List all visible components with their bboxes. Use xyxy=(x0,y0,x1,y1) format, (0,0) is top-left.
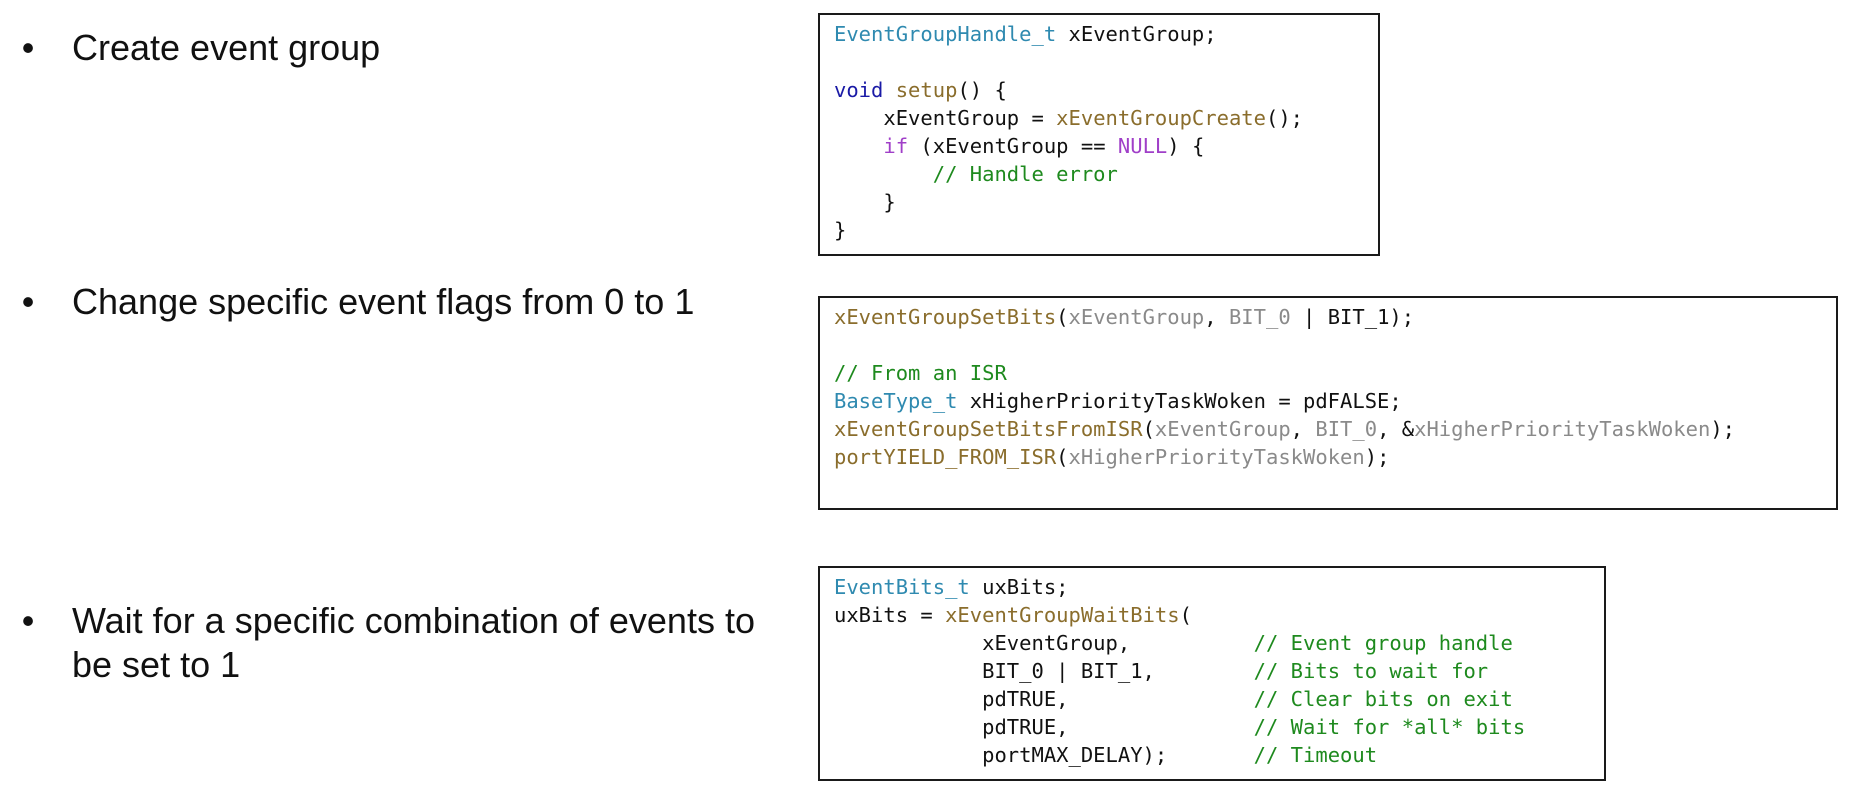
code-parameter-token: xHigherPriorityTaskWoken xyxy=(1414,417,1711,441)
code-function-token: portYIELD_FROM_ISR xyxy=(834,445,1057,469)
code-text-token: uxBits = xyxy=(834,603,946,627)
code-line: xEventGroup = xEventGroupCreate(); xyxy=(834,104,1378,132)
code-line: pdTRUE, // Wait for *all* bits xyxy=(834,713,1604,741)
code-parameter-token: BIT_0 xyxy=(1228,305,1291,329)
code-function-token: xEventGroupSetBitsFromISR xyxy=(834,417,1143,441)
code-text-token: ); xyxy=(1710,417,1736,441)
code-type-token: BaseType_t xyxy=(834,389,958,413)
code-text-token: (); xyxy=(1266,106,1304,130)
bullet-line: be set to 1 xyxy=(72,644,241,685)
code-text-token: uxBits; xyxy=(969,575,1069,599)
code-block-set-bits: xEventGroupSetBits(xEventGroup, BIT_0 | … xyxy=(818,296,1838,510)
bullet-line: Wait for a specific combination of event… xyxy=(72,600,755,641)
code-line: portYIELD_FROM_ISR(xHigherPriorityTaskWo… xyxy=(834,443,1836,471)
code-text-token: xEventGroup; xyxy=(1056,22,1217,46)
bullet-text-wait: Wait for a specific combination of event… xyxy=(72,599,755,687)
code-text-token: , xyxy=(1204,305,1229,329)
code-text-token: } xyxy=(834,218,847,242)
code-text-token: pdTRUE, xyxy=(834,687,1254,711)
code-comment-token: // Bits to wait for xyxy=(1253,659,1489,683)
code-line: // From an ISR xyxy=(834,359,1836,387)
code-keyword-token: NULL xyxy=(1117,134,1168,158)
code-text-token: () { xyxy=(957,78,1007,102)
code-line: pdTRUE, // Clear bits on exit xyxy=(834,685,1604,713)
code-line: BIT_0 | BIT_1, // Bits to wait for xyxy=(834,657,1604,685)
code-text-token: ( xyxy=(1056,445,1069,469)
code-function-token: xEventGroupCreate xyxy=(1056,106,1266,130)
code-text-token: , & xyxy=(1377,417,1415,441)
code-line: EventGroupHandle_t xEventGroup; xyxy=(834,20,1378,48)
bullet-text-set: Change specific event flags from 0 to 1 xyxy=(72,280,694,324)
code-text-token: ( xyxy=(1056,305,1069,329)
code-text-token: ); xyxy=(1364,445,1390,469)
code-text-token: ( xyxy=(1142,417,1155,441)
code-comment-token: // Wait for *all* bits xyxy=(1253,715,1526,739)
code-text-token: ( xyxy=(1179,603,1192,627)
code-keyword-token: if xyxy=(883,134,909,158)
code-comment-token: // Timeout xyxy=(1253,743,1378,767)
code-text-token: BIT_0 | BIT_1, xyxy=(834,659,1254,683)
bullet-dot: • xyxy=(21,600,35,641)
code-comment-token: // Event group handle xyxy=(1253,631,1513,655)
code-text-token: pdTRUE, xyxy=(834,715,1254,739)
code-line: } xyxy=(834,216,1378,244)
code-line: BaseType_t xHigherPriorityTaskWoken = pd… xyxy=(834,387,1836,415)
code-block-wait-bits: EventBits_t uxBits; uxBits = xEventGroupW… xyxy=(818,566,1606,781)
code-text-token: xHigherPriorityTaskWoken = pdFALSE; xyxy=(957,389,1402,413)
code-type-token: EventGroupHandle_t xyxy=(834,22,1057,46)
bullet-line: Change specific event flags from 0 to 1 xyxy=(72,281,695,322)
bullet-dot: • xyxy=(21,27,35,68)
code-function-token: xEventGroupSetBits xyxy=(834,305,1057,329)
code-parameter-token: xEventGroup xyxy=(1068,305,1205,329)
code-comment-token: // From an ISR xyxy=(834,361,1007,385)
code-line: xEventGroup, // Event group handle xyxy=(834,629,1604,657)
code-text-token: (xEventGroup == xyxy=(908,134,1118,158)
code-text-token: xEventGroup, xyxy=(834,631,1254,655)
code-function-token: setup xyxy=(895,78,958,102)
code-text-token: xEventGroup = xyxy=(834,106,1057,130)
code-line: void setup() { xyxy=(834,76,1378,104)
code-comment-token: // Clear bits on exit xyxy=(1253,687,1513,711)
bullet-text-create: Create event group xyxy=(72,26,380,70)
code-keyword-token: void xyxy=(834,78,884,102)
code-line: // Handle error xyxy=(834,160,1378,188)
code-line: uxBits = xEventGroupWaitBits( xyxy=(834,601,1604,629)
code-text-token: portMAX_DELAY); xyxy=(834,743,1254,767)
code-text-token: } xyxy=(834,190,896,214)
code-function-token: xEventGroupWaitBits xyxy=(945,603,1180,627)
code-block-create: EventGroupHandle_t xEventGroup; void setu… xyxy=(818,13,1380,256)
code-line: if (xEventGroup == NULL) { xyxy=(834,132,1378,160)
code-parameter-token: BIT_0 xyxy=(1315,417,1378,441)
code-parameter-token: xEventGroup xyxy=(1154,417,1291,441)
code-text-token: ) { xyxy=(1167,134,1205,158)
code-line: portMAX_DELAY); // Timeout xyxy=(834,741,1604,769)
code-line: EventBits_t uxBits; xyxy=(834,573,1604,601)
code-text-token: , xyxy=(1290,417,1316,441)
code-type-token: EventBits_t xyxy=(834,575,970,599)
bullet-dot: • xyxy=(21,281,35,322)
code-text-token: | BIT_1); xyxy=(1290,305,1415,329)
code-line: } xyxy=(834,188,1378,216)
code-parameter-token: xHigherPriorityTaskWoken xyxy=(1068,445,1365,469)
bullet-line: Create event group xyxy=(72,27,381,68)
code-line: xEventGroupSetBitsFromISR(xEventGroup, B… xyxy=(834,415,1836,443)
code-comment-token: // Handle error xyxy=(834,162,1118,186)
code-line: xEventGroupSetBits(xEventGroup, BIT_0 | … xyxy=(834,303,1836,331)
